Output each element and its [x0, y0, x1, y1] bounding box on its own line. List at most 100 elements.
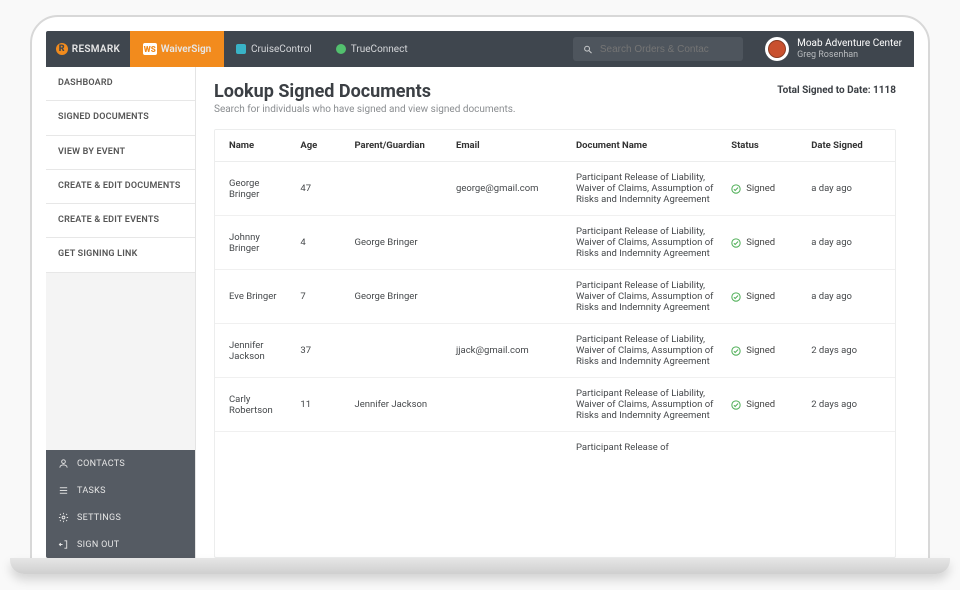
body: DASHBOARD SIGNED DOCUMENTS VIEW BY EVENT… [46, 67, 914, 558]
cell-document: Participant Release of Liability, Waiver… [568, 324, 723, 378]
resmark-logo-icon: R [56, 43, 68, 55]
sidebar-item-get-signing-link[interactable]: GET SIGNING LINK [46, 238, 195, 272]
cell-age: 37 [292, 324, 346, 378]
table-row[interactable]: Johnny Bringer4George Bringer Participant… [215, 216, 895, 270]
brand-waiversign-tab[interactable]: WS WaiverSign [130, 31, 224, 67]
laptop-frame: R RESMARK WS WaiverSign CruiseControl Tr… [30, 15, 930, 560]
table-row[interactable]: George Bringer47 george@gmail.comParticip… [215, 162, 895, 216]
cell-name: Jennifer Jackson [215, 324, 292, 378]
cell-date: a day ago [803, 270, 895, 324]
col-email[interactable]: Email [448, 130, 568, 162]
table-row-partial[interactable]: Participant Release of [215, 432, 895, 464]
page-title: Lookup Signed Documents [214, 81, 516, 102]
sidebar-footer: CONTACTS TASKS SETTINGS SIGN OUT [46, 450, 195, 558]
cell-name: George Bringer [215, 162, 292, 216]
signout-icon [58, 539, 69, 550]
cell-email [448, 378, 568, 432]
user-text: Moab Adventure Center Greg Rosenhan [797, 38, 902, 60]
check-circle-icon [731, 346, 741, 356]
cell-document: Participant Release of Liability, Waiver… [568, 216, 723, 270]
cell-name: Johnny Bringer [215, 216, 292, 270]
cell-age: 11 [292, 378, 346, 432]
cell-name: Eve Bringer [215, 270, 292, 324]
col-date[interactable]: Date Signed [803, 130, 895, 162]
check-circle-icon [731, 292, 741, 302]
search-input[interactable] [600, 44, 733, 55]
nav-cruisecontrol[interactable]: CruiseControl [224, 31, 324, 67]
table-row[interactable]: Jennifer Jackson37 jjack@gmail.comPartici… [215, 324, 895, 378]
cell-name: Carly Robertson [215, 378, 292, 432]
sidebar: DASHBOARD SIGNED DOCUMENTS VIEW BY EVENT… [46, 67, 196, 558]
cell-email [448, 216, 568, 270]
cell-parent [346, 162, 448, 216]
cell-parent: Jennifer Jackson [346, 378, 448, 432]
cell-document: Participant Release of Liability, Waiver… [568, 270, 723, 324]
cell-parent: George Bringer [346, 270, 448, 324]
check-circle-icon [731, 238, 741, 248]
sidebar-item-signed-documents[interactable]: SIGNED DOCUMENTS [46, 101, 195, 135]
nav-cruisecontrol-label: CruiseControl [251, 44, 312, 55]
laptop-base [10, 558, 950, 574]
cell-status: Signed [723, 270, 803, 324]
avatar [765, 37, 789, 61]
main-content: Lookup Signed Documents Search for indiv… [196, 67, 914, 558]
cell-date: 2 days ago [803, 378, 895, 432]
cell-age: 7 [292, 270, 346, 324]
cell-email: jjack@gmail.com [448, 324, 568, 378]
top-navbar: R RESMARK WS WaiverSign CruiseControl Tr… [46, 31, 914, 67]
sidebar-item-create-edit-documents[interactable]: CREATE & EDIT DOCUMENTS [46, 170, 195, 204]
cell-age: 4 [292, 216, 346, 270]
sidebar-signout[interactable]: SIGN OUT [46, 531, 195, 558]
sidebar-settings-label: SETTINGS [77, 513, 121, 523]
cruisecontrol-icon [236, 44, 246, 54]
col-parent[interactable]: Parent/Guardian [346, 130, 448, 162]
brand-resmark[interactable]: R RESMARK [46, 31, 130, 67]
sidebar-settings[interactable]: SETTINGS [46, 504, 195, 531]
sidebar-signout-label: SIGN OUT [77, 540, 119, 550]
table-row[interactable]: Carly Robertson11Jennifer Jackson Partici… [215, 378, 895, 432]
brand-resmark-label: RESMARK [72, 44, 120, 55]
waiversign-logo-icon: WS [143, 43, 157, 55]
sidebar-contacts[interactable]: CONTACTS [46, 450, 195, 477]
cell-date: a day ago [803, 162, 895, 216]
col-status[interactable]: Status [723, 130, 803, 162]
col-document[interactable]: Document Name [568, 130, 723, 162]
cell-email [448, 270, 568, 324]
cell-status: Signed [723, 162, 803, 216]
brand-waiversign-label: WaiverSign [161, 44, 212, 55]
total-signed-label: Total Signed to Date: 1118 [777, 85, 896, 96]
cell-parent [346, 324, 448, 378]
org-name: Moab Adventure Center [797, 38, 902, 50]
sidebar-item-view-by-event[interactable]: VIEW BY EVENT [46, 136, 195, 170]
nav-trueconnect[interactable]: TrueConnect [324, 31, 420, 67]
cell-age: 47 [292, 162, 346, 216]
cell-document: Participant Release of Liability, Waiver… [568, 162, 723, 216]
check-circle-icon [731, 184, 741, 194]
table-row[interactable]: Eve Bringer7George Bringer Participant Re… [215, 270, 895, 324]
sidebar-item-dashboard[interactable]: DASHBOARD [46, 67, 195, 101]
cell-date: a day ago [803, 216, 895, 270]
cell-parent: George Bringer [346, 216, 448, 270]
contacts-icon [58, 458, 69, 469]
trueconnect-icon [336, 44, 346, 54]
cell-document: Participant Release of [568, 432, 723, 464]
sidebar-contacts-label: CONTACTS [77, 459, 125, 469]
sidebar-item-create-edit-events[interactable]: CREATE & EDIT EVENTS [46, 204, 195, 238]
gear-icon [58, 512, 69, 523]
cell-status: Signed [723, 216, 803, 270]
app-screen: R RESMARK WS WaiverSign CruiseControl Tr… [46, 31, 914, 558]
cell-status: Signed [723, 378, 803, 432]
col-age[interactable]: Age [292, 130, 346, 162]
col-name[interactable]: Name [215, 130, 292, 162]
nav-trueconnect-label: TrueConnect [351, 44, 408, 55]
avatar-icon [768, 40, 786, 58]
cell-status: Signed [723, 324, 803, 378]
cell-email: george@gmail.com [448, 162, 568, 216]
cell-document: Participant Release of Liability, Waiver… [568, 378, 723, 432]
user-menu[interactable]: Moab Adventure Center Greg Rosenhan [753, 31, 914, 67]
search-icon [583, 44, 593, 55]
check-circle-icon [731, 400, 741, 410]
sidebar-tasks[interactable]: TASKS [46, 477, 195, 504]
global-search[interactable] [573, 37, 743, 61]
sidebar-tasks-label: TASKS [77, 486, 106, 496]
